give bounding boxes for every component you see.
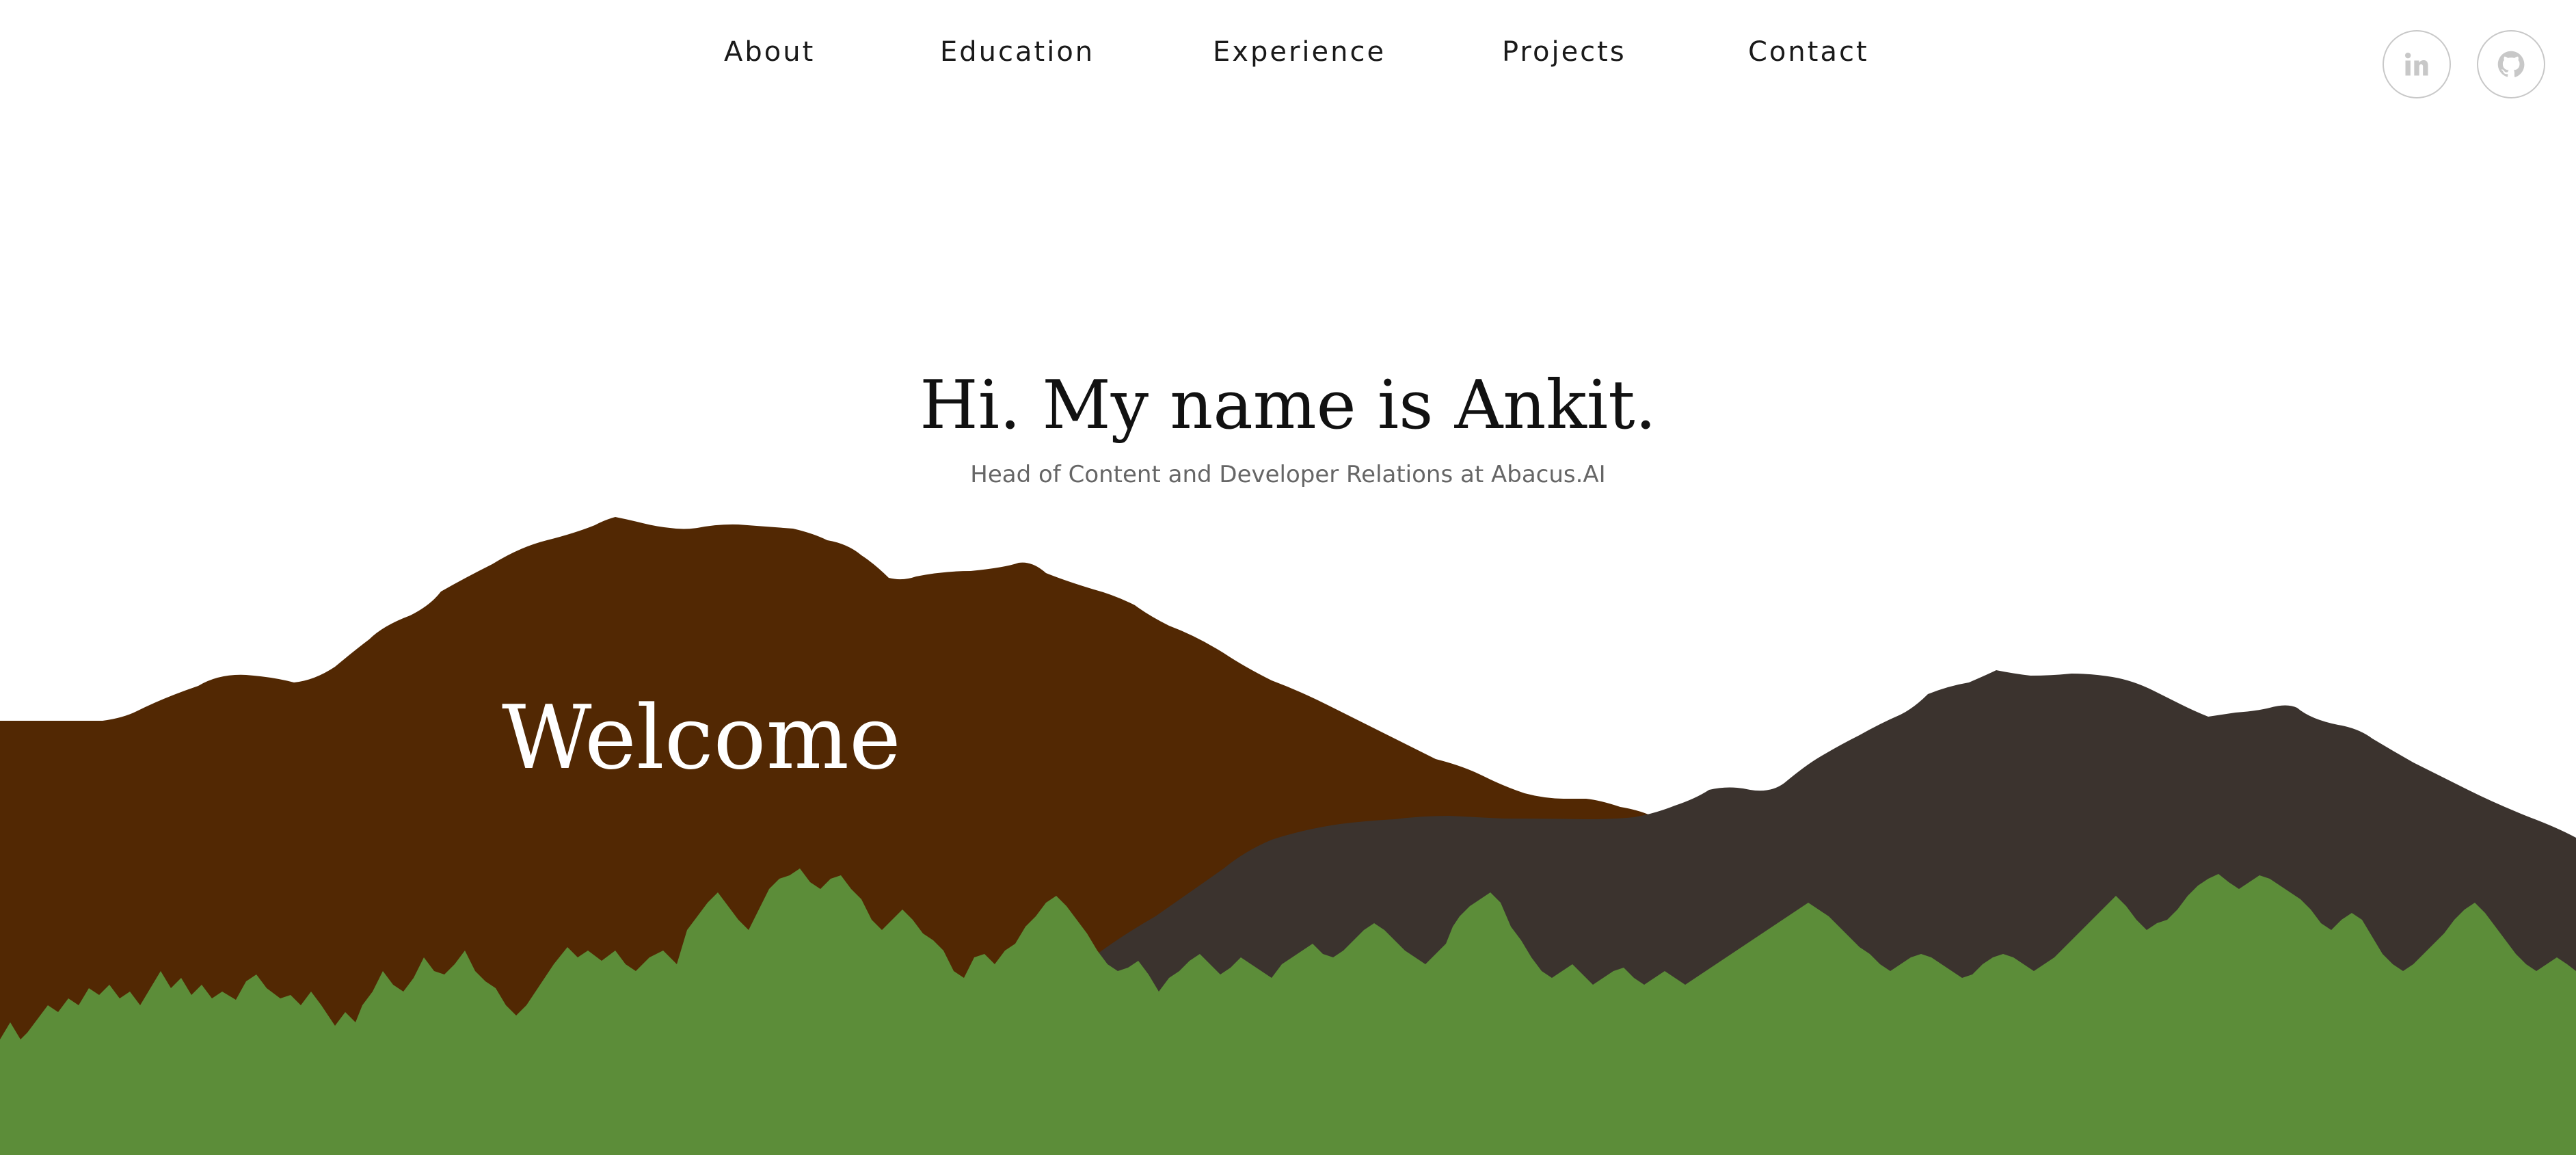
nav-link-experience[interactable]: Experience <box>1213 33 1386 71</box>
landscape-illustration <box>0 517 2576 1155</box>
welcome-heading: Welcome <box>502 687 901 789</box>
page-subtitle: Head of Content and Developer Relations … <box>970 461 1606 488</box>
linkedin-icon <box>2404 52 2428 76</box>
nav-link-about[interactable]: About <box>724 33 815 71</box>
page-title: Hi. My name is Ankit. <box>920 367 1656 444</box>
github-button[interactable] <box>2477 30 2545 98</box>
top-navigation: About Education Experience Projects Cont… <box>0 0 2576 104</box>
forest-ground <box>0 1046 2576 1155</box>
linkedin-button[interactable] <box>2383 30 2451 98</box>
nav-link-projects[interactable]: Projects <box>1502 33 1626 71</box>
nav-link-education[interactable]: Education <box>940 33 1095 71</box>
nav-link-contact[interactable]: Contact <box>1748 33 1869 71</box>
github-icon <box>2497 51 2525 77</box>
